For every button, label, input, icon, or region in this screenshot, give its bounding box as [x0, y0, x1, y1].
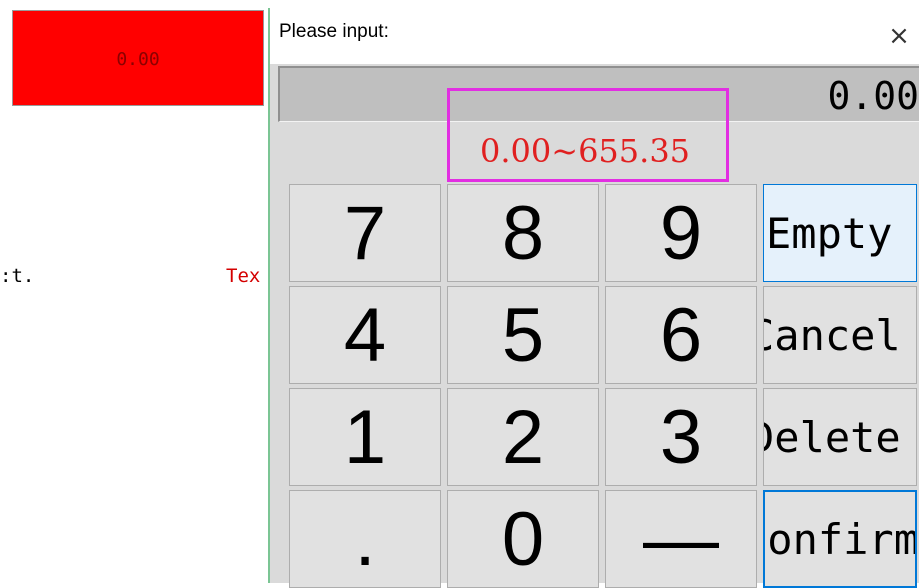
dialog-body: 0.00 0.00~655.35 7 8 9 4 5 6 1 2 3 . 0 —… — [270, 64, 919, 588]
dialog-title: Please input: — [279, 21, 389, 42]
dialog-title-bar[interactable]: Please input: × — [270, 8, 919, 64]
key-6-label: 6 — [659, 292, 703, 378]
delete-button[interactable]: Delete — [763, 388, 917, 486]
key-9-label: 9 — [659, 190, 703, 276]
background-text-left: :t. — [0, 265, 35, 287]
close-icon: × — [888, 21, 910, 51]
key-3[interactable]: 3 — [605, 388, 757, 486]
key-9[interactable]: 9 — [605, 184, 757, 282]
key-decimal[interactable]: . — [289, 490, 441, 588]
key-6[interactable]: 6 — [605, 286, 757, 384]
numeric-input-dialog: Please input: × 0.00 0.00~655.35 7 8 9 4… — [268, 8, 919, 588]
range-label: 0.00~655.35 — [480, 132, 691, 170]
background-text-right: Tex — [226, 265, 261, 287]
key-4-label: 4 — [343, 292, 387, 378]
key-minus[interactable]: — — [605, 490, 757, 588]
key-7[interactable]: 7 — [289, 184, 441, 282]
key-8-label: 8 — [501, 190, 545, 276]
input-value: 0.00 — [827, 74, 919, 118]
key-4[interactable]: 4 — [289, 286, 441, 384]
key-decimal-label: . — [354, 497, 376, 582]
empty-button[interactable]: Empty — [763, 184, 917, 282]
close-button[interactable]: × — [879, 14, 919, 58]
key-0[interactable]: 0 — [447, 490, 599, 588]
key-5-label: 5 — [501, 292, 545, 378]
value-display-box[interactable]: 0.00 — [12, 10, 264, 106]
key-0-label: 0 — [501, 496, 545, 582]
key-7-label: 7 — [343, 190, 387, 276]
key-1[interactable]: 1 — [289, 388, 441, 486]
confirm-button[interactable]: Confirm — [763, 490, 917, 588]
delete-button-label: Delete — [763, 412, 901, 462]
empty-button-label: Empty — [766, 208, 893, 258]
input-display: 0.00 — [278, 66, 919, 122]
key-2[interactable]: 2 — [447, 388, 599, 486]
key-1-label: 1 — [343, 394, 387, 480]
confirm-button-label: Confirm — [765, 514, 917, 564]
key-8[interactable]: 8 — [447, 184, 599, 282]
key-5[interactable]: 5 — [447, 286, 599, 384]
cancel-button[interactable]: Cancel — [763, 286, 917, 384]
cancel-button-label: Cancel — [763, 310, 901, 360]
key-3-label: 3 — [659, 394, 703, 480]
key-2-label: 2 — [501, 394, 545, 480]
value-display-text: 0.00 — [116, 49, 160, 70]
key-minus-label: — — [643, 496, 719, 582]
